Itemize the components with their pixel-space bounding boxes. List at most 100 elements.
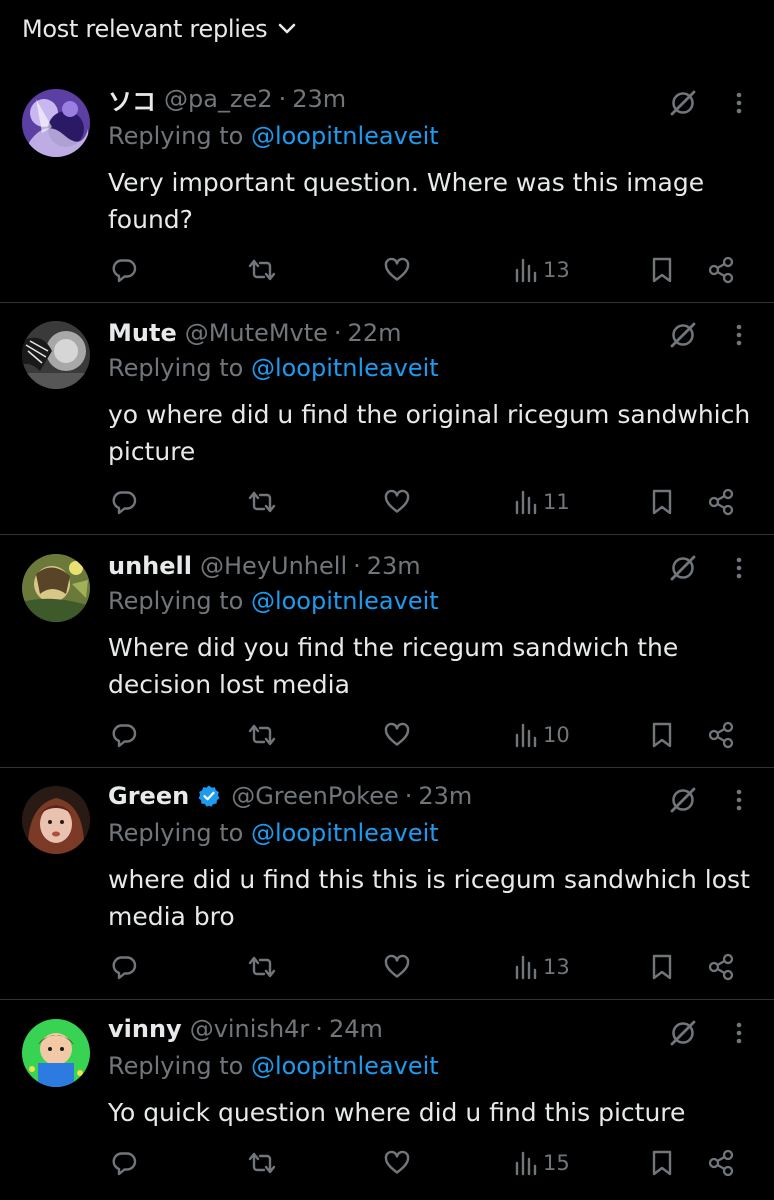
reply-text: where did u find this this is ricegum sa… (108, 865, 750, 931)
more-options-icon[interactable] (726, 320, 752, 350)
like-button[interactable] (383, 250, 411, 290)
reply-icon (110, 1149, 138, 1177)
share-icon (706, 1148, 736, 1178)
repost-button[interactable] (246, 250, 278, 290)
grok-icon[interactable] (666, 1016, 700, 1050)
repost-button[interactable] (246, 947, 278, 987)
reply-button[interactable] (110, 715, 138, 755)
display-name[interactable]: unhell (108, 552, 192, 580)
reply-item[interactable]: ソコ @pa_ze2 · 23m Replying to @loopitnlea… (0, 84, 774, 303)
reply-item[interactable]: Mute @MuteMvte · 22m Replying to @loopit… (0, 316, 774, 535)
chevron-down-icon (277, 19, 297, 39)
views-count: 13 (543, 955, 570, 979)
replying-to-link[interactable]: @loopitnleaveit (251, 1052, 439, 1080)
reply-header: vinny @vinish4r · 24m (108, 1012, 383, 1046)
timestamp[interactable]: 23m (418, 782, 472, 810)
bookmark-button[interactable] (650, 715, 674, 755)
avatar[interactable] (22, 321, 90, 389)
views-button[interactable]: 13 (513, 947, 570, 987)
sort-replies-dropdown[interactable]: Most relevant replies (22, 11, 297, 47)
more-options-icon[interactable] (726, 785, 752, 815)
views-count: 11 (543, 490, 570, 514)
grok-icon[interactable] (666, 318, 700, 352)
replying-to-link[interactable]: @loopitnleaveit (251, 354, 439, 382)
repost-button[interactable] (246, 1143, 278, 1183)
share-icon (706, 952, 736, 982)
replying-prefix: Replying to (108, 1052, 251, 1080)
reply-button[interactable] (110, 1143, 138, 1183)
bookmark-button[interactable] (650, 482, 674, 522)
like-button[interactable] (383, 715, 411, 755)
views-button[interactable]: 11 (513, 482, 570, 522)
reply-header: Green @GreenPokee · 23m (108, 779, 472, 813)
avatar[interactable] (22, 89, 90, 157)
views-button[interactable]: 13 (513, 250, 570, 290)
share-button[interactable] (706, 250, 736, 290)
replying-to-link[interactable]: @loopitnleaveit (251, 122, 439, 150)
like-icon (383, 953, 411, 981)
sort-label: Most relevant replies (22, 15, 268, 43)
like-button[interactable] (383, 1143, 411, 1183)
user-handle[interactable]: @GreenPokee (231, 782, 399, 810)
repost-button[interactable] (246, 482, 278, 522)
display-name[interactable]: ソコ (108, 82, 156, 117)
reply-text: Where did you find the ricegum sandwich … (108, 633, 679, 699)
timestamp[interactable]: 23m (292, 85, 346, 113)
user-handle[interactable]: @vinish4r (190, 1015, 310, 1043)
like-icon (383, 1149, 411, 1177)
user-handle[interactable]: @HeyUnhell (200, 552, 347, 580)
reply-button[interactable] (110, 482, 138, 522)
grok-icon[interactable] (666, 783, 700, 817)
views-button[interactable]: 10 (513, 715, 570, 755)
timestamp[interactable]: 24m (329, 1015, 383, 1043)
share-button[interactable] (706, 482, 736, 522)
timestamp[interactable]: 22m (348, 319, 402, 347)
repost-icon (246, 256, 278, 284)
bookmark-button[interactable] (650, 250, 674, 290)
action-bar: 13 (0, 947, 774, 987)
display-name[interactable]: Mute (108, 319, 177, 347)
share-button[interactable] (706, 1143, 736, 1183)
like-button[interactable] (383, 947, 411, 987)
display-name[interactable]: Green (108, 782, 189, 810)
repost-icon (246, 721, 278, 749)
replying-to-link[interactable]: @loopitnleaveit (251, 587, 439, 615)
share-button[interactable] (706, 715, 736, 755)
user-handle[interactable]: @MuteMvte (185, 319, 328, 347)
share-button[interactable] (706, 947, 736, 987)
grok-icon[interactable] (666, 86, 700, 120)
replying-to-line: Replying to @loopitnleaveit (108, 1052, 439, 1080)
avatar[interactable] (22, 554, 90, 622)
user-handle[interactable]: @pa_ze2 (164, 85, 273, 113)
action-bar: 13 (0, 250, 774, 290)
like-button[interactable] (383, 482, 411, 522)
more-options-icon[interactable] (726, 553, 752, 583)
reply-icon (110, 256, 138, 284)
reply-item[interactable]: vinny @vinish4r · 24m Replying to @loopi… (0, 1014, 774, 1200)
like-icon (383, 488, 411, 516)
views-icon (513, 489, 539, 515)
bookmark-icon (650, 721, 674, 749)
reply-button[interactable] (110, 947, 138, 987)
reply-button[interactable] (110, 250, 138, 290)
timestamp[interactable]: 23m (367, 552, 421, 580)
reply-item[interactable]: unhell @HeyUnhell · 23m Replying to @loo… (0, 549, 774, 768)
avatar[interactable] (22, 1019, 90, 1087)
repost-button[interactable] (246, 715, 278, 755)
avatar[interactable] (22, 786, 90, 854)
action-bar: 11 (0, 482, 774, 522)
views-button[interactable]: 15 (513, 1143, 570, 1183)
grok-icon[interactable] (666, 551, 700, 585)
reply-text: Yo quick question where did u find this … (108, 1098, 686, 1127)
reply-text: yo where did u find the original ricegum… (108, 400, 751, 466)
replying-prefix: Replying to (108, 122, 251, 150)
reply-item[interactable]: Green @GreenPokee · 23m Replying to @loo… (0, 781, 774, 1000)
views-count: 15 (543, 1151, 570, 1175)
more-options-icon[interactable] (726, 1018, 752, 1048)
replying-to-link[interactable]: @loopitnleaveit (251, 819, 439, 847)
more-options-icon[interactable] (726, 88, 752, 118)
separator-dot: · (278, 85, 287, 113)
display-name[interactable]: vinny (108, 1015, 182, 1043)
bookmark-button[interactable] (650, 1143, 674, 1183)
bookmark-button[interactable] (650, 947, 674, 987)
